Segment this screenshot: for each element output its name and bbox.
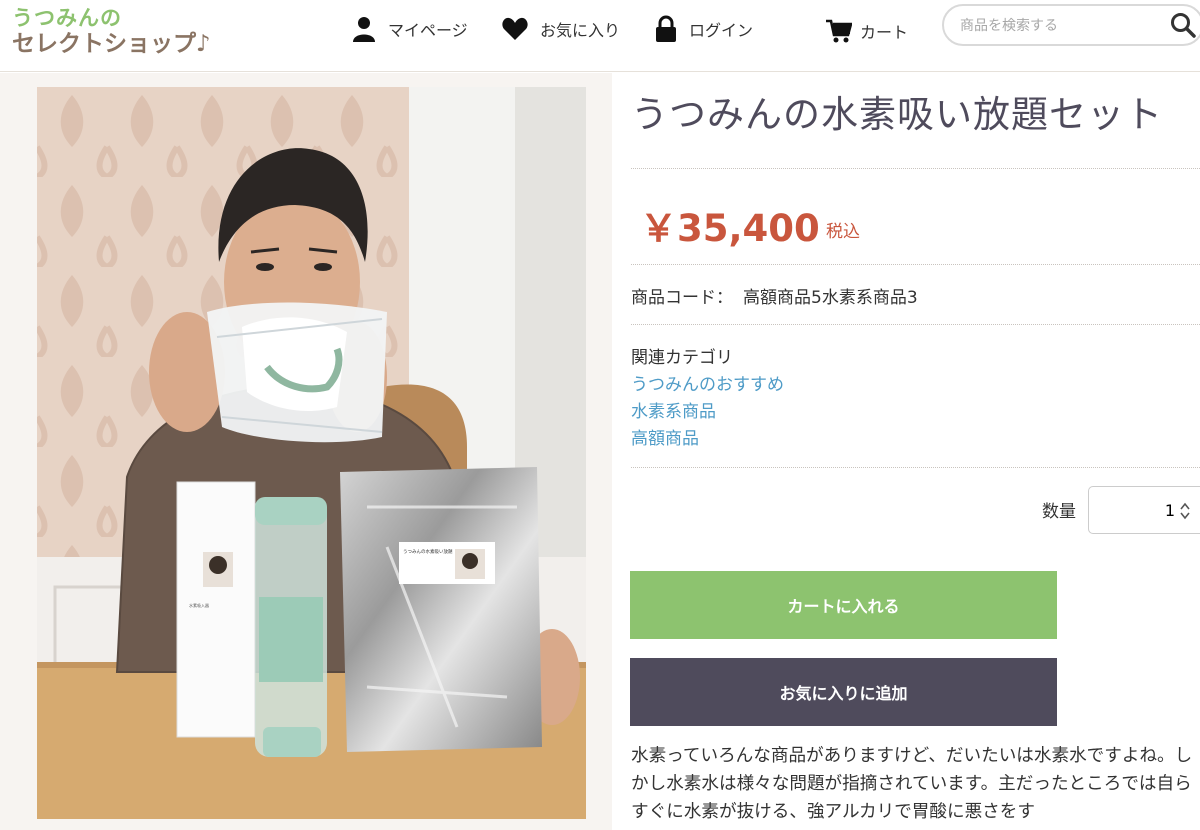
product-price: ￥35,400 (640, 207, 820, 250)
category-link-suiso[interactable]: 水素系商品 (631, 397, 716, 422)
nav-cart[interactable]: カート (826, 16, 908, 46)
product-code-value: 高額商品5水素系商品3 (743, 288, 918, 308)
category-link-osusume[interactable]: うつみんのおすすめ (631, 370, 784, 395)
quantity-label: 数量 (1042, 502, 1076, 522)
lock-icon (656, 15, 676, 42)
cart-icon (826, 19, 852, 43)
logo-line2: セレクトショップ♪ (12, 31, 211, 57)
photo-bag-label: うつみんの水素吸い放題 (403, 548, 453, 555)
search-box (942, 4, 1200, 46)
product-code: 商品コード： 高額商品5水素系商品3 (631, 283, 918, 308)
category-link-kogaku[interactable]: 高額商品 (631, 424, 699, 449)
add-to-favorites-button[interactable]: お気に入りに追加 (630, 658, 1057, 726)
product-description: 水素っていろんな商品がありますけど、だいたいは水素水ですよね。しかし水素水は様々… (631, 746, 1193, 822)
site-header: うつみんの セレクトショップ♪ マイページ お気に入り ログイン カート (0, 0, 1200, 72)
product-code-label: 商品コード： (631, 288, 733, 308)
spinner-icon[interactable] (1179, 501, 1191, 521)
product-title: うつみんの水素吸い放題セット (631, 93, 1163, 136)
nav-cart-label: カート (860, 23, 909, 42)
search-icon[interactable] (1170, 12, 1196, 38)
site-logo[interactable]: うつみんの セレクトショップ♪ (12, 2, 222, 62)
nav-mypage-label: マイページ (388, 21, 468, 40)
nav-login[interactable]: ログイン (655, 14, 753, 44)
nav-favorites[interactable]: お気に入り (502, 14, 620, 44)
category-label: 関連カテゴリ (631, 348, 733, 368)
quantity-stepper (1088, 486, 1200, 534)
product-photo[interactable]: 水素吸入器 うつみんの水素吸い放題 (37, 87, 586, 819)
heart-icon (502, 17, 528, 40)
nav-mypage[interactable]: マイページ (352, 14, 468, 44)
add-to-cart-button[interactable]: カートに入れる (630, 571, 1057, 639)
svg-text:水素吸入器: 水素吸入器 (189, 602, 209, 608)
divider (631, 264, 1200, 265)
nav-login-label: ログイン (689, 21, 754, 40)
divider (631, 168, 1200, 169)
search-input[interactable] (960, 15, 1160, 37)
nav-favorites-label: お気に入り (540, 21, 621, 40)
quantity-input[interactable] (1095, 499, 1175, 521)
product-photo-illustration: 水素吸入器 うつみんの水素吸い放題 (37, 87, 586, 819)
divider (631, 324, 1200, 325)
divider (631, 467, 1200, 468)
user-icon (353, 17, 375, 42)
tax-label: 税込 (826, 222, 860, 242)
